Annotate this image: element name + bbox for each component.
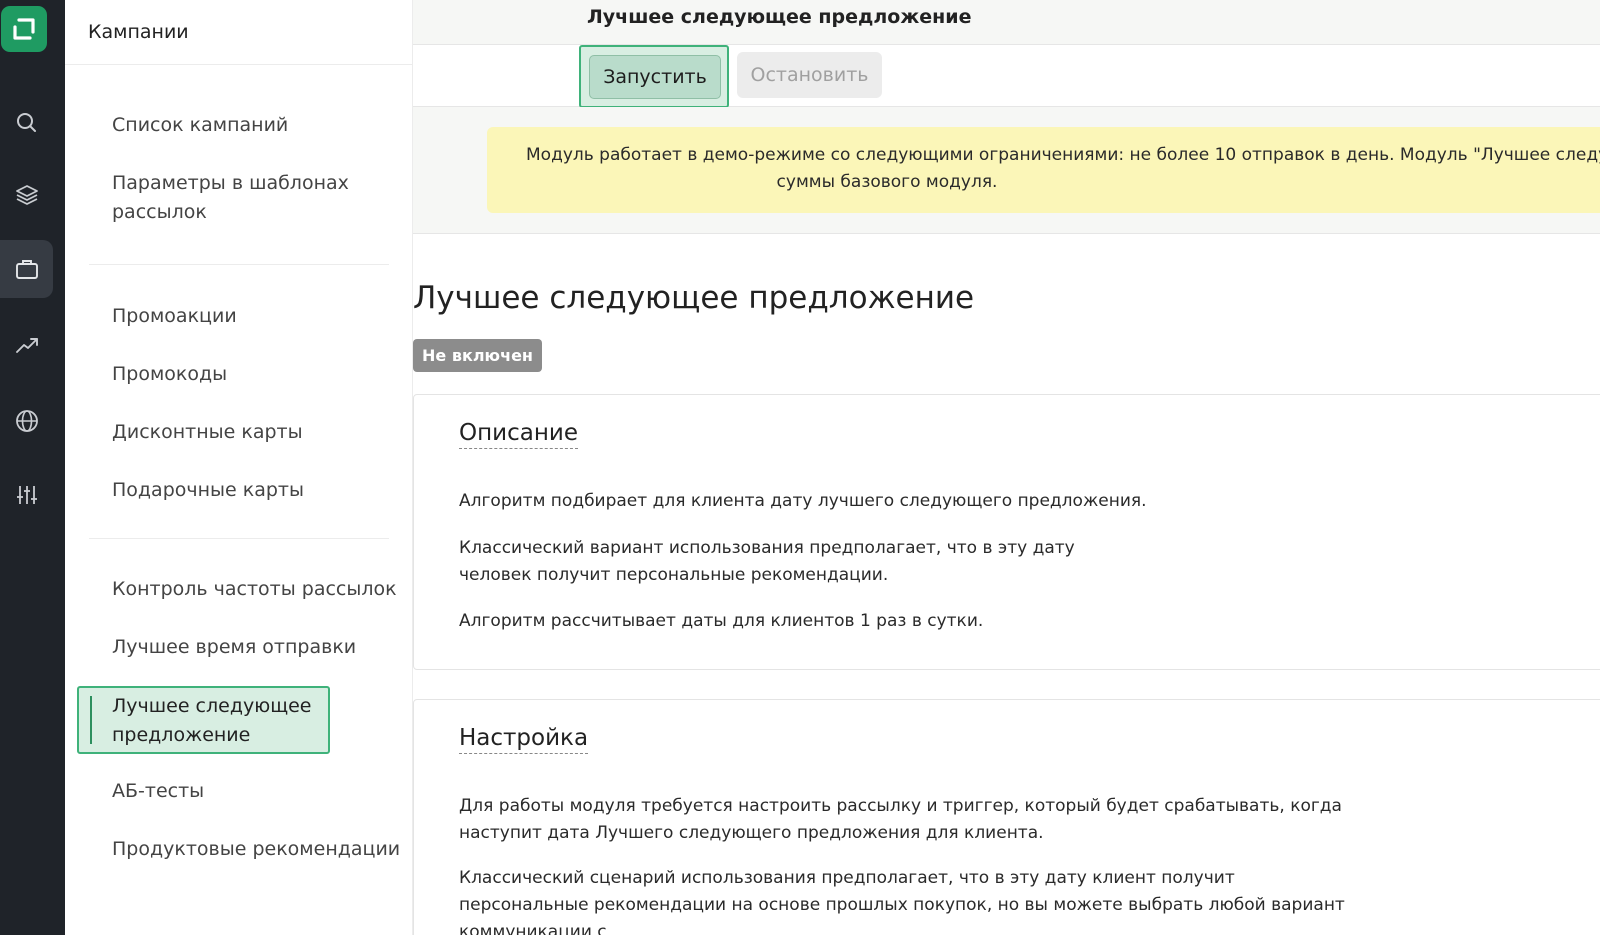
description-paragraph: Алгоритм подбирает для клиента дату лучш… bbox=[459, 491, 1147, 511]
notice-line-1: Модуль работает в демо-режиме со следующ… bbox=[526, 145, 1600, 165]
app-logo[interactable] bbox=[1, 6, 47, 52]
sidebar-item-template-params[interactable]: Параметры в шаблонах рассылок bbox=[112, 169, 372, 227]
search-icon bbox=[16, 113, 36, 132]
sidebar-item-best-next-offer[interactable]: Лучшее следующее предложение bbox=[77, 686, 330, 754]
start-button[interactable]: Запустить bbox=[589, 55, 721, 99]
demo-mode-notice: Модуль работает в демо-режиме со следующ… bbox=[487, 127, 1600, 213]
sidebar-item-discount-cards[interactable]: Дисконтные карты bbox=[112, 418, 402, 447]
rail-analytics[interactable] bbox=[0, 316, 53, 374]
layers-icon bbox=[15, 185, 38, 205]
sliders-icon bbox=[16, 486, 37, 504]
rail-campaigns[interactable] bbox=[0, 240, 53, 298]
rail-search[interactable] bbox=[0, 94, 53, 152]
sidebar-item-promotions[interactable]: Промоакции bbox=[112, 302, 402, 331]
notice-line-2-text: суммы базового модуля. bbox=[776, 172, 998, 192]
rail-web[interactable] bbox=[0, 392, 53, 450]
trending-up-icon bbox=[15, 338, 38, 353]
sidebar: Кампании Список кампаний Параметры в шаб… bbox=[65, 0, 413, 935]
setup-card: Настройка Для работы модуля требуется на… bbox=[413, 699, 1600, 935]
sidebar-item-campaign-list[interactable]: Список кампаний bbox=[112, 111, 402, 140]
sidebar-divider bbox=[89, 538, 389, 539]
sidebar-divider bbox=[89, 264, 389, 265]
logo-icon bbox=[13, 18, 35, 40]
description-paragraph: Алгоритм рассчитывает даты для клиентов … bbox=[459, 611, 984, 631]
description-title[interactable]: Описание bbox=[459, 419, 578, 449]
status-badge: Не включен bbox=[413, 339, 542, 372]
notice-area: Модуль работает в демо-режиме со следующ… bbox=[413, 107, 1600, 234]
setup-paragraph: Классический сценарий использования пред… bbox=[459, 868, 1345, 935]
main-content: Лучшее следующее предложение Запустить О… bbox=[413, 0, 1600, 935]
sidebar-item-product-recommendations[interactable]: Продуктовые рекомендации bbox=[112, 835, 402, 864]
description-paragraph: Классический вариант использования предп… bbox=[459, 538, 1075, 585]
globe-icon bbox=[15, 410, 38, 432]
sidebar-item-ab-tests[interactable]: АБ-тесты bbox=[112, 777, 402, 806]
app-rail bbox=[0, 0, 65, 935]
sidebar-title: Кампании bbox=[65, 0, 412, 65]
topbar-title: Лучшее следующее предложение bbox=[587, 6, 972, 28]
sidebar-item-best-send-time[interactable]: Лучшее время отправки bbox=[112, 633, 402, 662]
rail-settings[interactable] bbox=[0, 466, 53, 524]
toolbar: Запустить Остановить bbox=[413, 45, 1600, 108]
description-card: Описание Алгоритм подбирает для клиента … bbox=[413, 394, 1600, 670]
notice-line-2: суммы базового модуля. bbox=[487, 169, 1600, 196]
setup-paragraph: Для работы модуля требуется настроить ра… bbox=[459, 796, 1342, 843]
start-button-highlight: Запустить bbox=[579, 45, 729, 108]
topbar: Лучшее следующее предложение bbox=[413, 0, 1600, 45]
rail-layers[interactable] bbox=[0, 166, 53, 224]
sidebar-item-frequency-control[interactable]: Контроль частоты рассылок bbox=[112, 575, 402, 604]
briefcase-icon bbox=[15, 260, 38, 279]
stop-button[interactable]: Остановить bbox=[737, 52, 882, 98]
page-title: Лучшее следующее предложение bbox=[413, 280, 975, 316]
sidebar-item-gift-cards[interactable]: Подарочные карты bbox=[112, 476, 402, 505]
sidebar-item-promocodes[interactable]: Промокоды bbox=[112, 360, 402, 389]
setup-title[interactable]: Настройка bbox=[459, 724, 589, 754]
